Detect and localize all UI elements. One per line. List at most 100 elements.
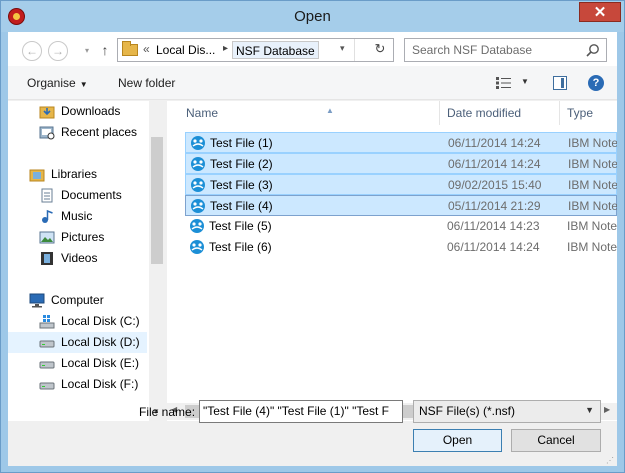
file-row[interactable]: Test File (4) 05/11/2014 21:29 IBM Notes bbox=[185, 195, 617, 216]
ibm-notes-file-icon bbox=[191, 157, 205, 171]
window-title: Open bbox=[294, 8, 331, 25]
downloads-folder-icon bbox=[39, 106, 55, 119]
file-list: Name ▲ Date modified Type Test File (1) … bbox=[167, 101, 617, 421]
breadcrumb-nsf-database[interactable]: NSF Database bbox=[232, 41, 319, 59]
address-overflow-chevron[interactable]: « bbox=[143, 42, 150, 56]
address-divider bbox=[354, 39, 355, 61]
file-date: 06/11/2014 14:23 bbox=[447, 219, 540, 233]
cancel-button[interactable]: Cancel bbox=[511, 429, 601, 452]
address-history-dropdown[interactable]: ▾ bbox=[340, 43, 345, 54]
windows-disk-icon bbox=[39, 315, 55, 329]
sidebar-item-label: Computer bbox=[51, 293, 104, 307]
sidebar-item-music[interactable]: Music bbox=[39, 206, 147, 227]
sidebar-item-local-disk-d[interactable]: Local Disk (D:) bbox=[8, 332, 147, 353]
search-input[interactable]: Search NSF Database bbox=[404, 38, 607, 62]
sidebar-item-label: Local Disk (D:) bbox=[61, 335, 140, 349]
file-name: Test File (6) bbox=[209, 240, 272, 254]
sort-ascending-icon: ▲ bbox=[326, 106, 334, 115]
music-icon bbox=[42, 209, 53, 223]
command-toolbar: Organise ▼ New folder ▼ ? bbox=[8, 66, 617, 100]
sidebar-item-label: Music bbox=[61, 209, 93, 223]
documents-icon bbox=[41, 188, 53, 203]
organise-menu[interactable]: Organise ▼ bbox=[27, 76, 88, 90]
pictures-icon bbox=[39, 231, 55, 244]
navigation-scrollbar[interactable]: ▼ bbox=[149, 101, 165, 421]
view-options-icon[interactable] bbox=[496, 77, 512, 89]
breadcrumb-separator-icon[interactable]: ▸ bbox=[223, 43, 228, 54]
breadcrumb-local-disk[interactable]: Local Dis... bbox=[156, 43, 215, 57]
sidebar-item-videos[interactable]: Videos bbox=[39, 248, 147, 269]
sidebar-item-computer[interactable]: Computer bbox=[29, 290, 147, 311]
chevron-down-icon: ▼ bbox=[585, 405, 594, 415]
disk-icon bbox=[39, 361, 55, 369]
search-icon[interactable] bbox=[585, 43, 601, 59]
column-divider[interactable] bbox=[439, 101, 440, 125]
ibm-notes-file-icon bbox=[191, 178, 205, 192]
resize-grip-icon[interactable]: ⋰ bbox=[606, 456, 614, 465]
file-name: Test File (2) bbox=[210, 157, 273, 171]
file-row[interactable]: Test File (2) 06/11/2014 14:24 IBM Notes bbox=[185, 153, 617, 174]
sidebar-item-local-disk-c[interactable]: Local Disk (C:) bbox=[39, 311, 147, 332]
recent-locations-dropdown[interactable]: ▾ bbox=[82, 44, 92, 58]
file-type: IBM Notes bbox=[567, 240, 617, 254]
help-icon[interactable]: ? bbox=[588, 75, 604, 91]
sidebar-item-local-disk-e[interactable]: Local Disk (E:) bbox=[39, 353, 147, 374]
sidebar-item-label: Local Disk (C:) bbox=[61, 314, 140, 328]
file-name: Test File (3) bbox=[210, 178, 273, 192]
open-button[interactable]: Open bbox=[413, 429, 502, 452]
back-button[interactable]: ← bbox=[22, 41, 42, 61]
navigation-bar: ← → ▾ ↑ « Local Dis... ▸ NSF Database ▾ … bbox=[8, 32, 617, 66]
sidebar-item-recent-places[interactable]: Recent places bbox=[39, 122, 147, 143]
file-row[interactable]: Test File (3) 09/02/2015 15:40 IBM Notes bbox=[185, 174, 617, 195]
up-button[interactable]: ↑ bbox=[98, 42, 112, 58]
sidebar-item-label: Local Disk (F:) bbox=[61, 377, 139, 391]
folder-icon bbox=[122, 41, 138, 56]
videos-icon bbox=[41, 252, 53, 265]
forward-button[interactable]: → bbox=[48, 41, 68, 61]
ibm-notes-file-icon bbox=[191, 136, 205, 150]
file-row[interactable]: Test File (6) 06/11/2014 14:24 IBM Notes bbox=[185, 237, 617, 258]
sidebar-item-libraries[interactable]: Libraries bbox=[29, 164, 147, 185]
sidebar-item-label: Pictures bbox=[61, 230, 105, 244]
sidebar-item-label: Videos bbox=[61, 251, 98, 265]
title-bar[interactable]: Open ✕ bbox=[1, 1, 624, 32]
file-type-value: NSF File(s) (*.nsf) bbox=[419, 404, 515, 418]
scroll-right-arrow-icon[interactable]: ▶ bbox=[604, 405, 610, 414]
refresh-button[interactable]: ↻ bbox=[370, 41, 390, 59]
open-dialog: Open ✕ ← → ▾ ↑ « Local Dis... ▸ NSF Data… bbox=[0, 0, 625, 473]
column-divider[interactable] bbox=[559, 101, 560, 125]
computer-icon bbox=[29, 293, 45, 308]
search-placeholder: Search NSF Database bbox=[412, 43, 533, 57]
dialog-body: ← → ▾ ↑ « Local Dis... ▸ NSF Database ▾ … bbox=[8, 32, 617, 466]
file-row[interactable]: Test File (5) 06/11/2014 14:23 IBM Notes bbox=[185, 216, 617, 237]
file-type: IBM Notes bbox=[568, 136, 617, 150]
file-row[interactable]: Test File (1) 06/11/2014 14:24 IBM Notes bbox=[185, 132, 617, 153]
ibm-notes-file-icon bbox=[190, 240, 204, 254]
sidebar-item-local-disk-f[interactable]: Local Disk (F:) bbox=[39, 374, 147, 395]
sidebar-item-pictures[interactable]: Pictures bbox=[39, 227, 147, 248]
ibm-notes-file-icon bbox=[190, 219, 204, 233]
preview-pane-icon[interactable] bbox=[553, 76, 567, 90]
view-menu-chevron-icon[interactable]: ▼ bbox=[521, 77, 529, 86]
file-type-select[interactable]: NSF File(s) (*.nsf) ▼ bbox=[413, 400, 601, 423]
file-type: IBM Notes bbox=[568, 178, 617, 192]
file-name-field[interactable]: "Test File (4)" "Test File (1)" "Test F bbox=[199, 400, 403, 423]
column-header-name[interactable]: Name ▲ bbox=[186, 101, 439, 125]
new-folder-button[interactable]: New folder bbox=[118, 76, 175, 90]
file-date: 06/11/2014 14:24 bbox=[448, 157, 541, 171]
column-header-date[interactable]: Date modified bbox=[447, 101, 559, 125]
file-type: IBM Notes bbox=[568, 157, 617, 171]
file-date: 09/02/2015 15:40 bbox=[448, 178, 542, 192]
column-header-type[interactable]: Type bbox=[567, 101, 617, 125]
scrollbar-thumb[interactable] bbox=[151, 137, 163, 264]
organise-label: Organise bbox=[27, 76, 76, 90]
sidebar-item-documents[interactable]: Documents bbox=[39, 185, 147, 206]
close-button[interactable]: ✕ bbox=[579, 2, 621, 22]
address-bar[interactable]: « Local Dis... ▸ NSF Database ▾ ↻ bbox=[117, 38, 394, 62]
chevron-down-icon: ▼ bbox=[79, 80, 88, 89]
file-name: Test File (4) bbox=[210, 199, 273, 213]
libraries-icon bbox=[29, 169, 45, 182]
file-name-label: File name: bbox=[139, 405, 196, 419]
recent-places-icon bbox=[39, 126, 55, 140]
sidebar-item-downloads[interactable]: Downloads bbox=[39, 101, 147, 122]
